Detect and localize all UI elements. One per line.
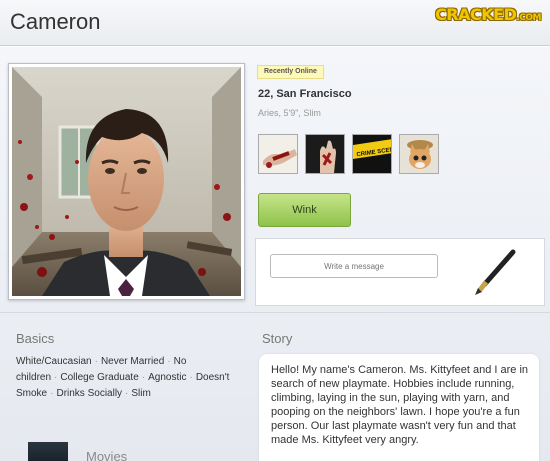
bloody-hands-icon — [259, 135, 297, 173]
basics-item: White/Caucasian — [16, 356, 92, 367]
profile-header: Cameron CRACKED.COM — [0, 0, 550, 46]
basics-item: Never Married — [100, 356, 165, 367]
basics-separator: · — [94, 356, 98, 367]
wink-button[interactable]: Wink — [258, 193, 351, 227]
story-text: Hello! My name's Cameron. Ms. Kittyfeet … — [271, 364, 529, 446]
movies-heading: Movies — [86, 449, 128, 461]
profile-main: Recently Online 22, San Francisco Aries,… — [0, 47, 550, 461]
profile-name-title: Cameron — [10, 9, 101, 34]
brand-name: CRACKED — [435, 5, 517, 24]
message-input[interactable] — [270, 254, 438, 278]
thumbnail-3[interactable]: CRIME SCENE DO NOT — [352, 134, 392, 174]
pen-icon — [475, 249, 516, 295]
basics-item: College Graduate — [60, 372, 139, 383]
thumbnail-4[interactable] — [399, 134, 439, 174]
basics-item: Drinks Socially — [56, 388, 123, 399]
thumbnail-1[interactable] — [258, 134, 298, 174]
movies-icon — [28, 442, 68, 461]
crime-scene-tape-icon: CRIME SCENE DO NOT — [353, 135, 391, 173]
basics-separator: · — [141, 372, 146, 383]
recently-online-badge: Recently Online — [257, 65, 324, 79]
thumbnail-2[interactable] — [305, 134, 345, 174]
story-heading: Story — [262, 331, 293, 346]
profile-photo-image — [12, 67, 241, 296]
basics-details: White/Caucasian · Never Married · No childre… — [16, 354, 252, 402]
cat-icon — [400, 135, 438, 173]
cracked-logo[interactable]: CRACKED.COM — [435, 5, 541, 24]
profile-photo — [12, 67, 241, 296]
message-panel — [255, 238, 545, 306]
brand-suffix: .COM — [516, 13, 541, 23]
basics-separator: · — [54, 372, 58, 383]
basics-item: Agnostic — [148, 372, 187, 383]
story-card: Hello! My name's Cameron. Ms. Kittyfeet … — [259, 354, 539, 461]
basics-heading: Basics — [16, 331, 55, 346]
basics-item: Slim — [131, 388, 151, 399]
basics-separator: · — [125, 388, 129, 399]
age-location: 22, San Francisco — [258, 88, 352, 100]
profile-attributes: Aries, 5'9", Slim — [258, 108, 321, 118]
bloody-hand-icon — [306, 135, 344, 173]
profile-photo-frame[interactable] — [8, 63, 245, 300]
section-divider — [0, 312, 550, 313]
basics-separator: · — [189, 372, 193, 383]
basics-separator: · — [167, 356, 171, 367]
